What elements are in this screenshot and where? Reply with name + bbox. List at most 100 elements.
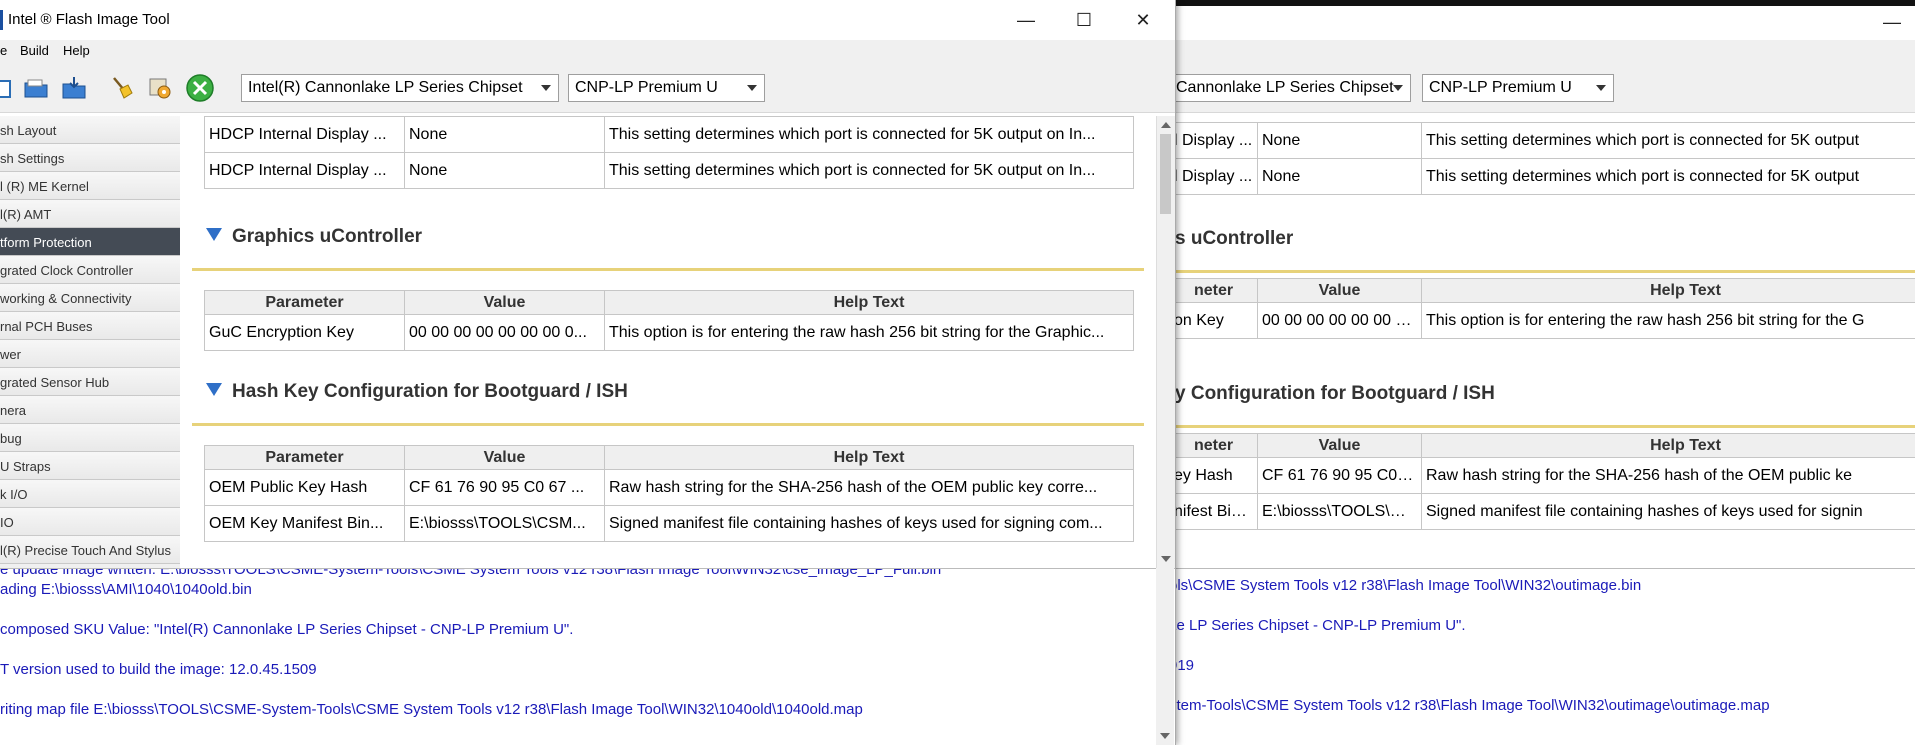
scroll-down-icon[interactable] xyxy=(1160,733,1170,739)
param-cell: ey Hash xyxy=(1175,457,1258,494)
background-window[interactable]: — Cannonlake LP Series Chipset CNP-LP Pr… xyxy=(1175,0,1915,745)
column-header: Help Text xyxy=(604,445,1134,470)
close-icon[interactable]: ✕ xyxy=(1120,6,1166,34)
sidebar-item-debug[interactable]: bug xyxy=(0,424,180,452)
table-row[interactable]: OEM Key Manifest Bin... E:\biosss\TOOLS\… xyxy=(204,505,1134,542)
menu-help[interactable]: Help xyxy=(63,43,90,58)
sku-combo[interactable]: CNP-LP Premium U xyxy=(568,74,765,102)
value-cell[interactable]: None xyxy=(404,152,605,189)
chevron-down-icon xyxy=(1393,85,1403,91)
help-cell: This option is for entering the raw hash… xyxy=(604,314,1134,351)
back-toolbar: Cannonlake LP Series Chipset CNP-LP Prem… xyxy=(1175,62,1915,113)
table-row[interactable]: on Key 00 00 00 00 00 00 00 0... This op… xyxy=(1175,302,1915,339)
help-cell: Signed manifest file containing hashes o… xyxy=(1421,493,1915,530)
section-title-text: Hash Key Configuration for Bootguard / I… xyxy=(232,381,628,402)
sidebar-item-pch-buses[interactable]: rnal PCH Buses xyxy=(0,312,180,340)
table-row[interactable]: HDCP Internal Display ... None This sett… xyxy=(204,152,1134,189)
sidebar-item-networking[interactable]: working & Connectivity xyxy=(0,284,180,312)
main-window[interactable]: Intel ® Flash Image Tool — ☐ ✕ e Build H… xyxy=(0,0,1176,745)
column-header: Value xyxy=(404,445,605,470)
help-cell: Signed manifest file containing hashes o… xyxy=(604,505,1134,542)
back-section-title-guc: s uController xyxy=(1175,228,1294,249)
help-cell: This setting determines which port is co… xyxy=(1421,158,1915,195)
column-header: Value xyxy=(1257,433,1422,458)
log-line: T version used to build the image: 12.0.… xyxy=(0,661,317,678)
log-scrollbar[interactable] xyxy=(1156,568,1174,745)
value-cell[interactable]: None xyxy=(1257,158,1422,195)
table-row[interactable]: l Display ... None This setting determin… xyxy=(1175,158,1915,195)
sidebar-item-clock-controller[interactable]: grated Clock Controller xyxy=(0,256,180,284)
sidebar-item-camera[interactable]: nera xyxy=(0,396,180,424)
sidebar-item-flash-settings[interactable]: sh Settings xyxy=(0,144,180,172)
sidebar-item-sensor-hub[interactable]: grated Sensor Hub xyxy=(0,368,180,396)
scroll-thumb[interactable] xyxy=(1160,134,1171,214)
chipset-combo[interactable]: Intel(R) Cannonlake LP Series Chipset xyxy=(241,74,559,102)
value-cell[interactable]: E:\biosss\TOOLS\CSM... xyxy=(1257,493,1422,530)
back-sku-value: CNP-LP Premium U xyxy=(1429,79,1572,96)
open-folder-icon[interactable] xyxy=(23,75,49,101)
background-strip xyxy=(1175,0,1915,6)
save-icon[interactable] xyxy=(61,75,87,101)
value-cell[interactable]: 00 00 00 00 00 00 00 0... xyxy=(1257,302,1422,339)
table-row[interactable]: l Display ... None This setting determin… xyxy=(1175,122,1915,159)
value-cell[interactable]: None xyxy=(404,116,605,153)
log-line: ke LP Series Chipset - CNP-LP Premium U"… xyxy=(1175,617,1466,634)
back-minimize-icon[interactable]: — xyxy=(1869,8,1915,36)
expand-triangle-icon[interactable] xyxy=(206,383,222,397)
titlebar: Intel ® Flash Image Tool — ☐ ✕ xyxy=(0,0,1175,40)
sidebar-item-platform-protection[interactable]: tform Protection xyxy=(0,228,180,256)
build-image-icon[interactable] xyxy=(185,73,215,103)
sidebar-item-cpu-straps[interactable]: U Straps xyxy=(0,452,180,480)
expand-triangle-icon[interactable] xyxy=(206,228,222,242)
maximize-icon[interactable]: ☐ xyxy=(1061,6,1107,34)
minimize-icon[interactable]: — xyxy=(1003,6,1049,34)
build-settings-icon[interactable] xyxy=(147,75,173,101)
help-cell: This setting determines which port is co… xyxy=(1421,122,1915,159)
table-row[interactable]: GuC Encryption Key 00 00 00 00 00 00 00 … xyxy=(204,314,1134,351)
menu-build[interactable]: Build xyxy=(20,43,49,58)
table-row[interactable]: nifest Bin... E:\biosss\TOOLS\CSM... Sig… xyxy=(1175,493,1915,530)
section-title-graphics-ucontroller[interactable]: Graphics uController xyxy=(206,226,422,248)
scroll-up-icon[interactable] xyxy=(1161,122,1171,128)
section-title-hash-key[interactable]: Hash Key Configuration for Bootguard / I… xyxy=(206,381,628,403)
value-cell[interactable]: CF 61 76 90 95 C0 67 ... xyxy=(1257,457,1422,494)
value-cell[interactable]: 00 00 00 00 00 00 00 0... xyxy=(404,314,605,351)
sidebar-item-gpio[interactable]: IO xyxy=(0,508,180,536)
sidebar-item-power[interactable]: wer xyxy=(0,340,180,368)
divider xyxy=(1175,270,1915,273)
sku-value: CNP-LP Premium U xyxy=(575,79,718,96)
value-cell[interactable]: CF 61 76 90 95 C0 67 ... xyxy=(404,469,605,506)
column-header: Help Text xyxy=(604,290,1134,315)
content-scrollbar[interactable] xyxy=(1156,116,1175,568)
back-section-title-hash: y Configuration for Bootguard / ISH xyxy=(1175,383,1495,404)
new-file-icon[interactable] xyxy=(0,75,20,101)
sidebar-item-touch-stylus[interactable]: l(R) Precise Touch And Stylus xyxy=(0,536,180,564)
chipset-value: Intel(R) Cannonlake LP Series Chipset xyxy=(248,79,523,96)
table-row[interactable]: OEM Public Key Hash CF 61 76 90 95 C0 67… xyxy=(204,469,1134,506)
menu-file[interactable]: e xyxy=(0,43,7,58)
scroll-down-icon[interactable] xyxy=(1161,556,1171,562)
log-line: composed SKU Value: "Intel(R) Cannonlake… xyxy=(0,621,574,638)
sidebar-item-me-kernel[interactable]: l (R) ME Kernel xyxy=(0,172,180,200)
value-cell[interactable]: E:\biosss\TOOLS\CSM... xyxy=(404,505,605,542)
param-cell: l Display ... xyxy=(1175,122,1258,159)
param-cell: l Display ... xyxy=(1175,158,1258,195)
log-line: riting map file E:\biosss\TOOLS\CSME-Sys… xyxy=(0,701,863,718)
back-sku-combo[interactable]: CNP-LP Premium U xyxy=(1422,74,1614,102)
value-cell[interactable]: None xyxy=(1257,122,1422,159)
back-top-table: l Display ... None This setting determin… xyxy=(1175,122,1915,195)
column-header: Value xyxy=(1257,278,1422,303)
table-header: neter Value Help Text xyxy=(1175,433,1915,458)
sidebar-item-flex-io[interactable]: k I/O xyxy=(0,480,180,508)
clean-broom-icon[interactable] xyxy=(108,75,134,101)
back-chipset-combo[interactable]: Cannonlake LP Series Chipset xyxy=(1175,74,1411,102)
param-cell: on Key xyxy=(1175,302,1258,339)
sidebar-item-flash-layout[interactable]: sh Layout xyxy=(0,116,180,144)
settings-content: HDCP Internal Display ... None This sett… xyxy=(180,116,1156,568)
column-header: Help Text xyxy=(1421,278,1915,303)
sidebar-item-amt[interactable]: l(R) AMT xyxy=(0,200,180,228)
back-hash-table: neter Value Help Text ey Hash CF 61 76 9… xyxy=(1175,433,1915,530)
table-row[interactable]: ey Hash CF 61 76 90 95 C0 67 ... Raw has… xyxy=(1175,457,1915,494)
table-row[interactable]: HDCP Internal Display ... None This sett… xyxy=(204,116,1134,153)
log-line: ols\CSME System Tools v12 r38\Flash Imag… xyxy=(1175,577,1642,594)
